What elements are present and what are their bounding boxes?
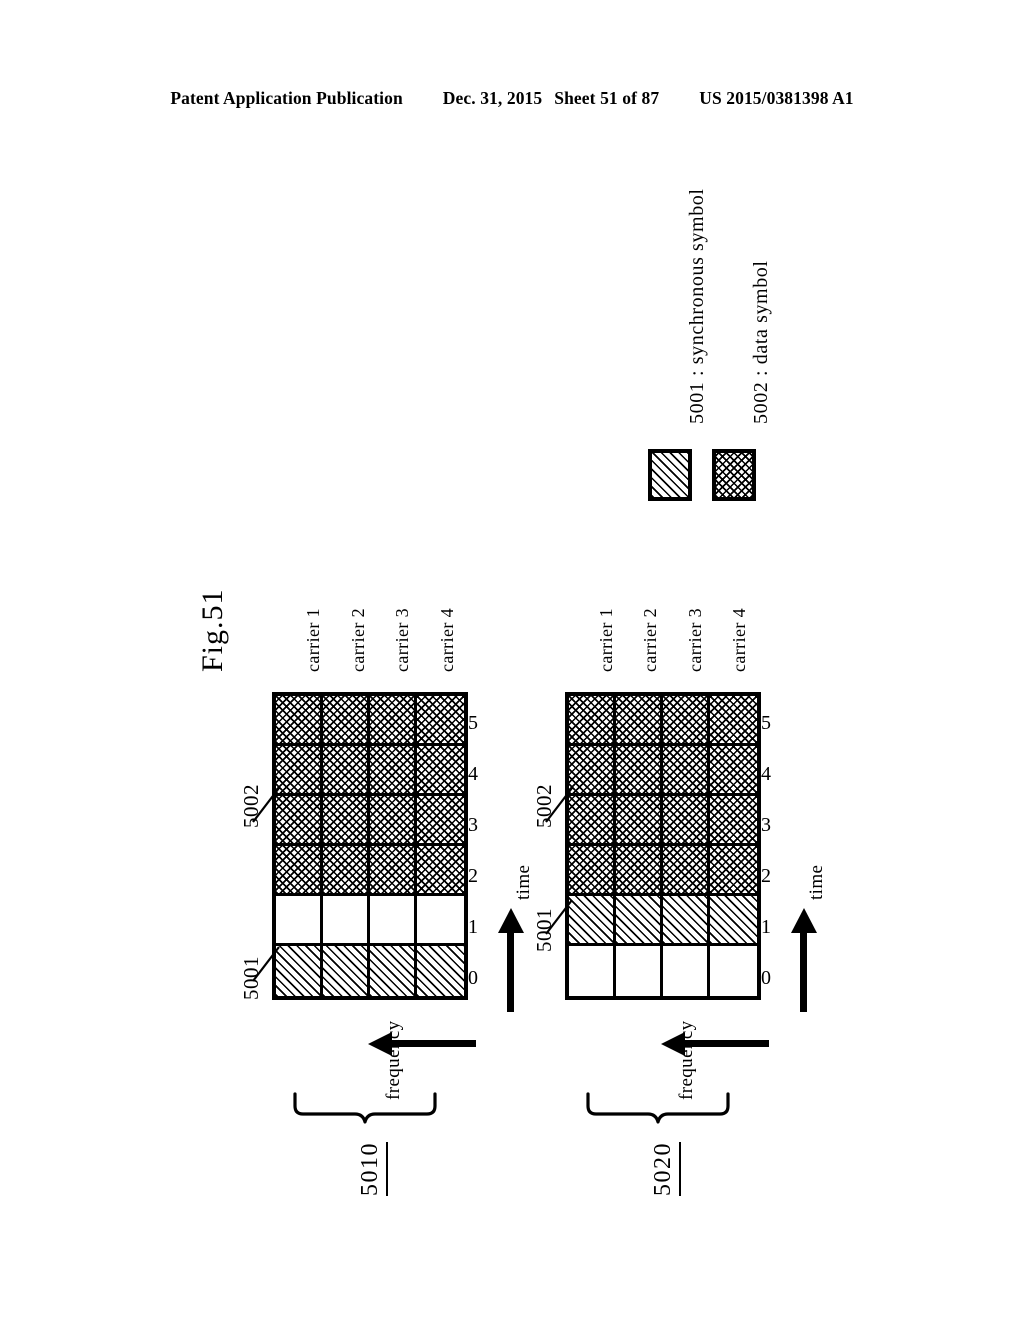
cell-c2-t3 bbox=[616, 796, 663, 846]
time-tick-3: 3 bbox=[468, 814, 478, 836]
carrier-label-1: carrier 1 bbox=[596, 607, 616, 672]
cell-c2-t1 bbox=[616, 896, 663, 946]
cell-c4-t4 bbox=[710, 746, 757, 796]
cell-c2-t2 bbox=[323, 846, 370, 896]
cell-c1-t5 bbox=[276, 696, 323, 746]
cell-c1-t5 bbox=[569, 696, 616, 746]
cell-c4-t5 bbox=[417, 696, 464, 746]
page-header: Patent Application Publication Dec. 31, … bbox=[0, 88, 1024, 109]
cell-c3-t2 bbox=[663, 846, 710, 896]
time-axis-arrow-icon bbox=[498, 908, 524, 1012]
cell-c3-t0 bbox=[663, 946, 710, 996]
reference-number-5010: 5010 bbox=[357, 1142, 388, 1196]
cell-c4-t1 bbox=[710, 896, 757, 946]
cell-c4-t4 bbox=[417, 746, 464, 796]
cell-c2-t4 bbox=[616, 746, 663, 796]
cell-c3-t2 bbox=[370, 846, 417, 896]
header-doc-number: US 2015/0381398 A1 bbox=[699, 88, 854, 108]
cell-c2-t0 bbox=[616, 946, 663, 996]
cell-c3-t1 bbox=[663, 896, 710, 946]
symbol-grid-5010 bbox=[272, 692, 468, 1000]
cell-c4-t1 bbox=[417, 896, 464, 946]
time-tick-2: 2 bbox=[761, 865, 771, 887]
frequency-span-brace bbox=[584, 1092, 732, 1126]
cell-c1-t3 bbox=[569, 796, 616, 846]
cell-c1-t4 bbox=[276, 746, 323, 796]
cell-c1-t3 bbox=[276, 796, 323, 846]
callout-5001-leader-line bbox=[545, 898, 575, 936]
cell-c3-t3 bbox=[370, 796, 417, 846]
cell-c2-t2 bbox=[616, 846, 663, 896]
time-tick-5: 5 bbox=[468, 712, 478, 734]
cell-c3-t4 bbox=[370, 746, 417, 796]
cell-c2-t5 bbox=[616, 696, 663, 746]
cell-c4-t2 bbox=[417, 846, 464, 896]
time-tick-5: 5 bbox=[761, 712, 771, 734]
symbol-grid-5020 bbox=[565, 692, 761, 1000]
cell-c1-t0 bbox=[569, 946, 616, 996]
cell-c2-t0 bbox=[323, 946, 370, 996]
cell-c4-t0 bbox=[417, 946, 464, 996]
carrier-label-1: carrier 1 bbox=[303, 607, 323, 672]
cell-c2-t4 bbox=[323, 746, 370, 796]
cell-c3-t1 bbox=[370, 896, 417, 946]
time-axis-label: time bbox=[806, 864, 827, 900]
carrier-label-2: carrier 2 bbox=[640, 607, 660, 672]
cell-c2-t1 bbox=[323, 896, 370, 946]
time-axis-label: time bbox=[513, 864, 534, 900]
header-sheet: Sheet 51 of 87 bbox=[554, 88, 660, 108]
header-date: Dec. 31, 2015 bbox=[442, 88, 543, 108]
reference-number-5020: 5020 bbox=[650, 1142, 681, 1196]
cell-c2-t3 bbox=[323, 796, 370, 846]
time-tick-4: 4 bbox=[468, 763, 478, 785]
cell-c4-t2 bbox=[710, 846, 757, 896]
carrier-label-3: carrier 3 bbox=[392, 607, 412, 672]
cell-c2-t5 bbox=[323, 696, 370, 746]
frequency-span-brace bbox=[291, 1092, 439, 1126]
cell-c3-t4 bbox=[663, 746, 710, 796]
frequency-axis-arrow-icon bbox=[661, 1032, 769, 1056]
time-tick-1: 1 bbox=[468, 916, 478, 938]
cell-c4-t3 bbox=[710, 796, 757, 846]
carrier-label-4: carrier 4 bbox=[729, 607, 749, 672]
time-tick-1: 1 bbox=[761, 916, 771, 938]
carrier-label-4: carrier 4 bbox=[437, 607, 457, 672]
carrier-label-3: carrier 3 bbox=[685, 607, 705, 672]
cell-c1-t2 bbox=[276, 846, 323, 896]
cell-c3-t3 bbox=[663, 796, 710, 846]
callout-5002-leader-line bbox=[545, 786, 575, 824]
cell-c1-t1 bbox=[569, 896, 616, 946]
carrier-label-2: carrier 2 bbox=[348, 607, 368, 672]
time-axis-arrow-icon bbox=[791, 908, 817, 1012]
cell-c1-t4 bbox=[569, 746, 616, 796]
figure-label: Fig.51 bbox=[196, 588, 229, 672]
legend-swatch-data-cross-hatch bbox=[712, 449, 756, 501]
cell-c3-t5 bbox=[370, 696, 417, 746]
time-tick-0: 0 bbox=[761, 967, 771, 989]
cell-c4-t5 bbox=[710, 696, 757, 746]
frequency-axis-arrow-icon bbox=[368, 1032, 476, 1056]
legend-swatch-sync-diagonal-hatch bbox=[648, 449, 692, 501]
cell-c3-t0 bbox=[370, 946, 417, 996]
cell-c1-t0 bbox=[276, 946, 323, 996]
cell-c1-t1 bbox=[276, 896, 323, 946]
cell-c4-t0 bbox=[710, 946, 757, 996]
cell-c4-t3 bbox=[417, 796, 464, 846]
legend-label-data: 5002 : data symbol bbox=[750, 260, 772, 424]
time-tick-2: 2 bbox=[468, 865, 478, 887]
header-publication: Patent Application Publication bbox=[170, 88, 403, 108]
cell-c3-t5 bbox=[663, 696, 710, 746]
time-tick-4: 4 bbox=[761, 763, 771, 785]
time-tick-3: 3 bbox=[761, 814, 771, 836]
cell-c1-t2 bbox=[569, 846, 616, 896]
callout-5002-leader-line bbox=[252, 786, 282, 824]
legend-label-sync: 5001 : synchronous symbol bbox=[686, 188, 708, 424]
time-tick-0: 0 bbox=[468, 967, 478, 989]
callout-5001-leader-line bbox=[252, 945, 282, 983]
